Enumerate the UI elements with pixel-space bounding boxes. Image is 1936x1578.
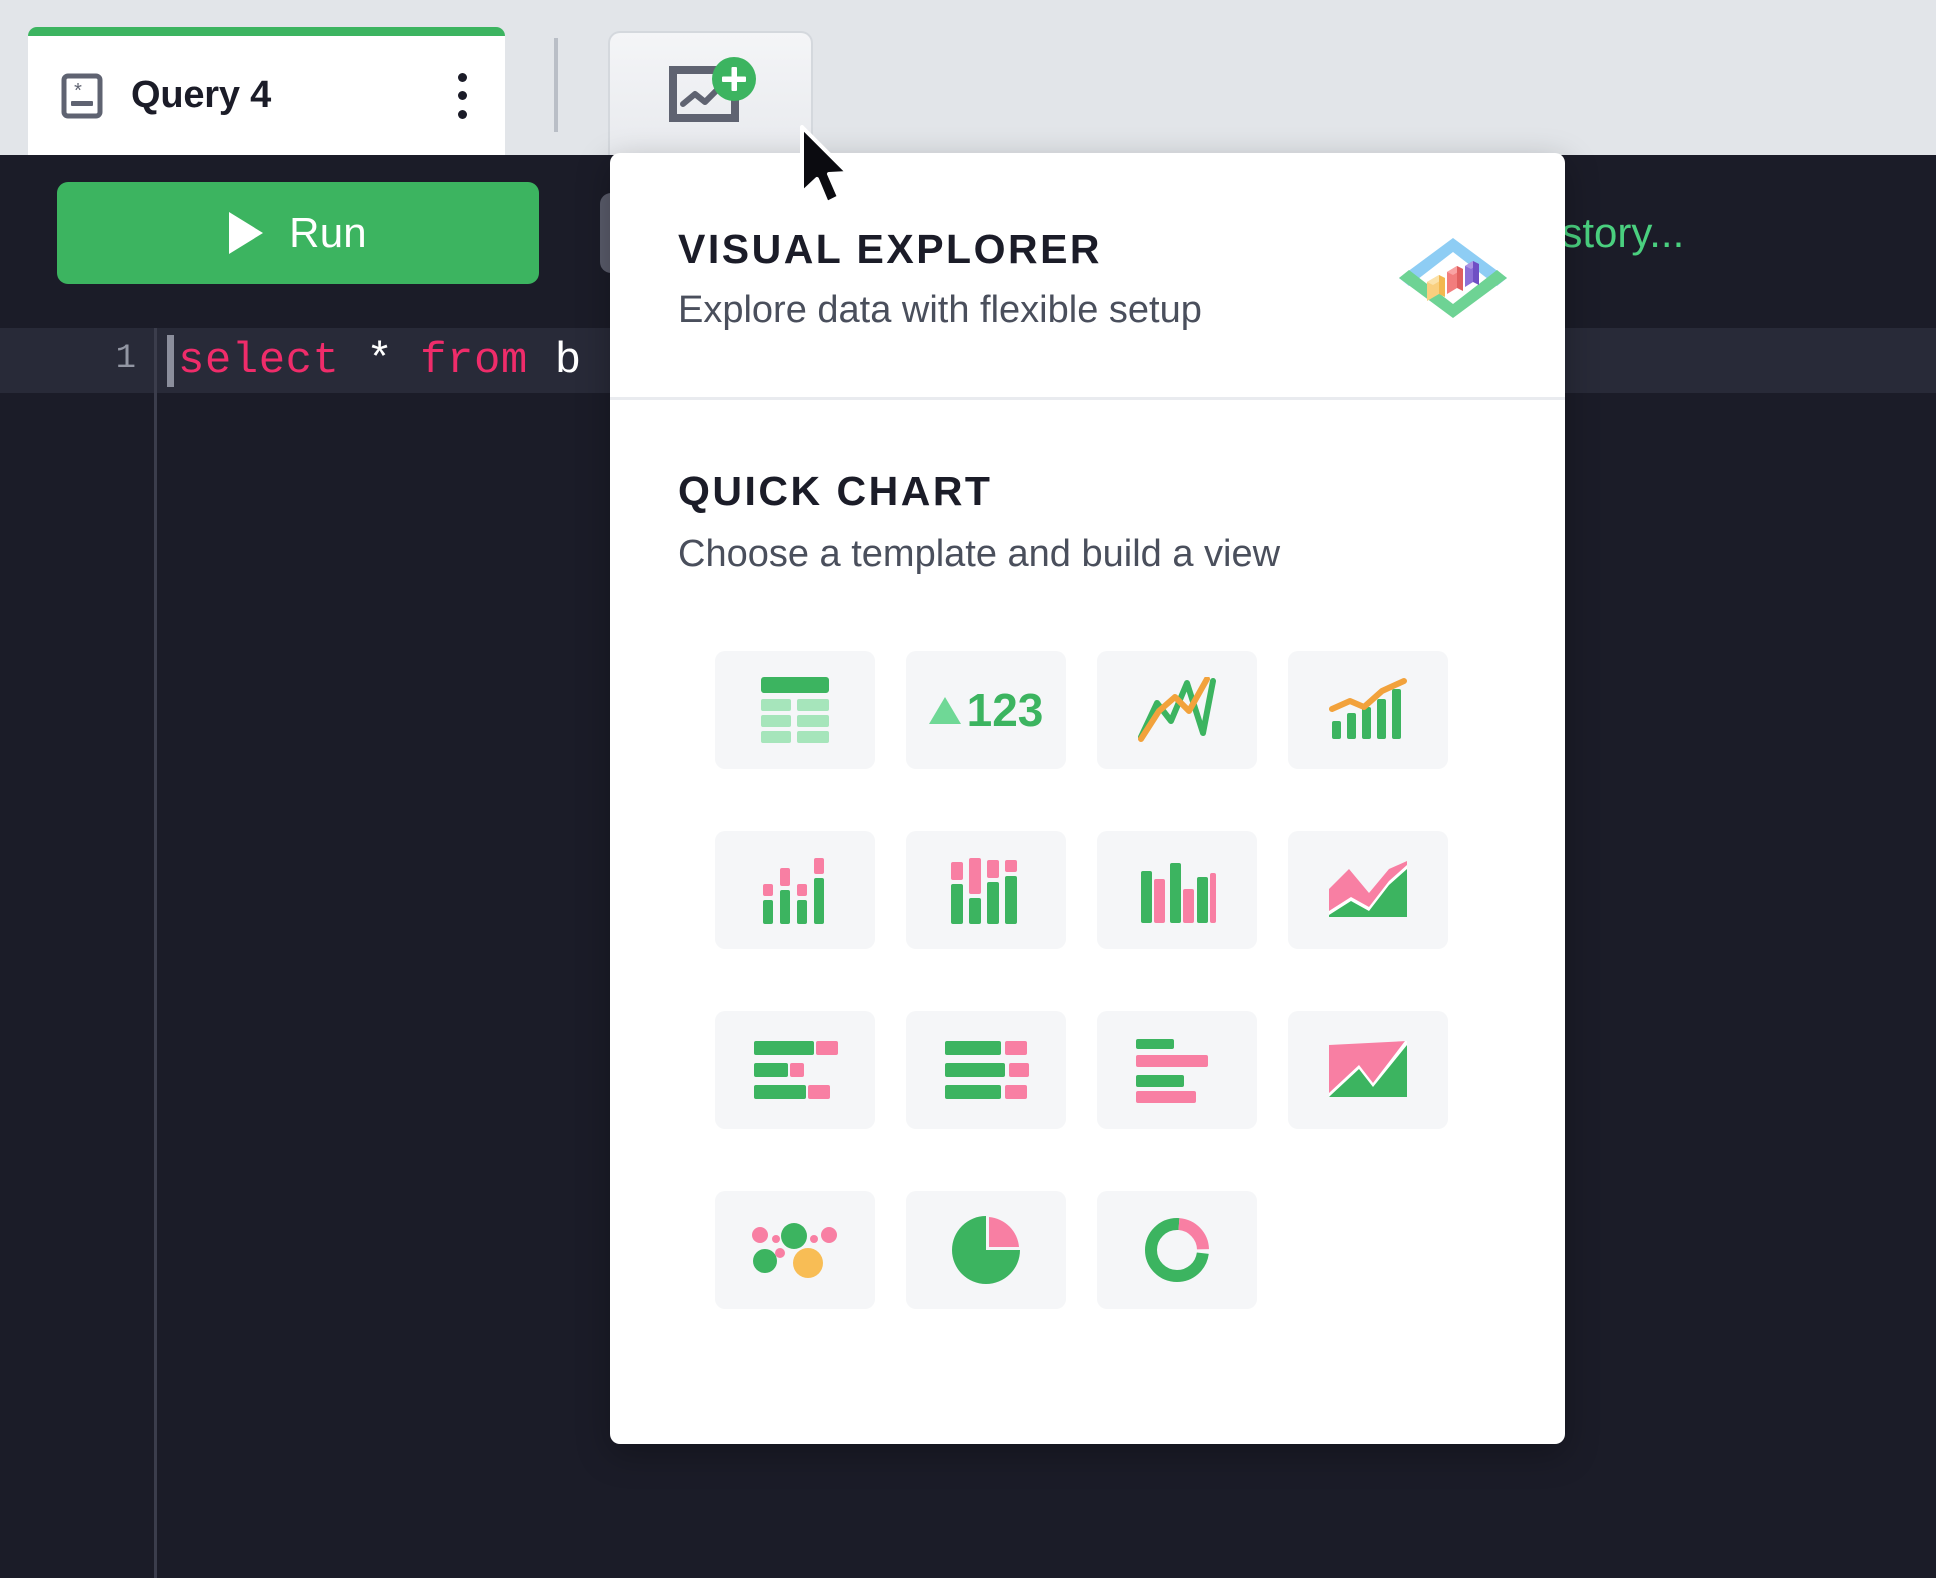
stacked-area-chart-icon bbox=[1327, 859, 1409, 921]
sql-keyword-from: from bbox=[420, 336, 528, 386]
template-pie[interactable] bbox=[906, 1191, 1066, 1309]
area-chart-icon bbox=[1327, 1039, 1409, 1101]
template-horizontal-grouped-bar[interactable] bbox=[906, 1011, 1066, 1129]
mouse-pointer-icon bbox=[798, 125, 858, 211]
template-stacked-bar-thick[interactable] bbox=[906, 831, 1066, 949]
kpi-number-icon: 123 bbox=[928, 683, 1044, 737]
template-stacked-area[interactable] bbox=[1288, 831, 1448, 949]
sql-keyword-select: select bbox=[178, 336, 340, 386]
horizontal-bar-chart-icon bbox=[1134, 1035, 1220, 1105]
sql-code-line[interactable]: select * from b bbox=[178, 336, 582, 386]
stacked-column-chart-icon bbox=[948, 852, 1024, 928]
quick-chart-subtitle: Choose a template and build a view bbox=[678, 533, 1281, 575]
sql-operator-star: * bbox=[366, 336, 394, 386]
template-horizontal-stacked-bar[interactable] bbox=[715, 1011, 875, 1129]
query-script-icon: * bbox=[58, 72, 106, 120]
horizontal-grouped-bar-icon bbox=[943, 1035, 1029, 1105]
triangle-up-icon bbox=[928, 696, 961, 724]
visual-explorer-option[interactable]: VISUAL EXPLORER Explore data with flexib… bbox=[610, 153, 1565, 332]
run-button-label: Run bbox=[289, 209, 367, 256]
horizontal-stacked-bar-icon bbox=[752, 1035, 838, 1105]
play-icon bbox=[229, 212, 264, 254]
visual-explorer-title: VISUAL EXPLORER bbox=[678, 226, 1103, 272]
gutter-divider bbox=[154, 328, 157, 1578]
sql-table-name: b bbox=[554, 336, 582, 386]
template-kpi[interactable]: 123 bbox=[906, 651, 1066, 769]
bar-line-combo-icon bbox=[1328, 677, 1408, 743]
template-scatter-bubble[interactable] bbox=[715, 1191, 875, 1309]
tab-query-4[interactable]: * Query 4 bbox=[28, 27, 505, 155]
new-chart-tab-button[interactable] bbox=[608, 31, 813, 155]
bubble-chart-icon bbox=[751, 1219, 839, 1281]
text-caret bbox=[167, 335, 174, 387]
quick-chart-grid: 123 bbox=[610, 620, 1565, 1340]
template-grouped-bar[interactable] bbox=[1097, 831, 1257, 949]
tab-separator bbox=[554, 38, 558, 132]
tab-bar: * Query 4 bbox=[0, 0, 1936, 155]
donut-chart-icon bbox=[1142, 1215, 1212, 1285]
pie-chart-icon bbox=[951, 1215, 1021, 1285]
template-area[interactable] bbox=[1288, 1011, 1448, 1129]
quick-chart-title: QUICK CHART bbox=[678, 468, 993, 514]
line-number: 1 bbox=[115, 340, 136, 378]
line-chart-icon bbox=[1137, 677, 1217, 743]
visual-explorer-logo-icon bbox=[1393, 232, 1513, 324]
kpi-value: 123 bbox=[966, 684, 1044, 736]
table-chart-icon bbox=[759, 675, 831, 745]
run-button[interactable]: Run bbox=[57, 182, 539, 284]
template-stacked-bar-thin[interactable] bbox=[715, 831, 875, 949]
new-chart-icon bbox=[663, 54, 759, 134]
template-donut[interactable] bbox=[1097, 1191, 1257, 1309]
visual-explorer-subtitle: Explore data with flexible setup bbox=[678, 289, 1202, 331]
template-horizontal-bar[interactable] bbox=[1097, 1011, 1257, 1129]
template-line[interactable] bbox=[1097, 651, 1257, 769]
popup-divider bbox=[610, 397, 1565, 400]
app-root: * Query 4 Run istory... 1 select * from … bbox=[0, 0, 1936, 1578]
query-history-link[interactable]: istory... bbox=[1552, 209, 1684, 257]
chart-type-popup: VISUAL EXPLORER Explore data with flexib… bbox=[610, 153, 1565, 1444]
tab-label: Query 4 bbox=[131, 74, 272, 116]
kebab-menu-icon[interactable] bbox=[457, 72, 467, 119]
stacked-bar-chart-icon bbox=[759, 854, 831, 926]
template-table[interactable] bbox=[715, 651, 875, 769]
template-bar-line-combo[interactable] bbox=[1288, 651, 1448, 769]
grouped-bar-chart-icon bbox=[1138, 855, 1216, 925]
